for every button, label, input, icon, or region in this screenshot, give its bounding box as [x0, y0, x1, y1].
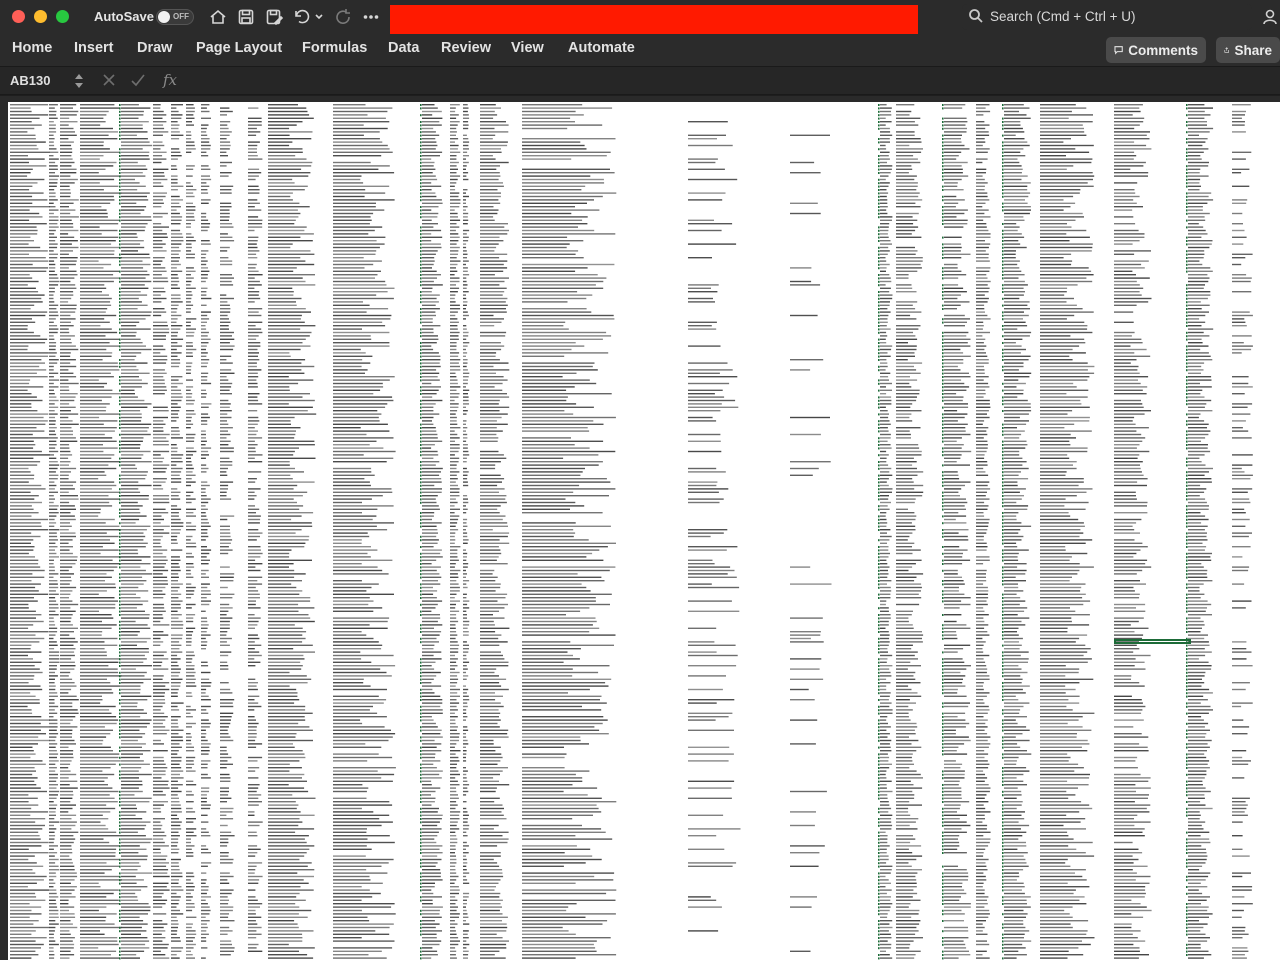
account-icon[interactable]: [1262, 8, 1280, 26]
spreadsheet-grid[interactable]: [0, 96, 1280, 960]
home-icon[interactable]: [208, 7, 228, 27]
window-minimize-button[interactable]: [34, 10, 47, 23]
search-placeholder: Search (Cmd + Ctrl + U): [990, 9, 1136, 24]
comments-button[interactable]: Comments: [1106, 37, 1206, 63]
search-icon: [968, 8, 986, 26]
name-box-dropdown-icon[interactable]: [74, 72, 84, 90]
comments-button-label: Comments: [1128, 42, 1198, 58]
name-box[interactable]: AB130: [0, 67, 92, 95]
tab-page-layout[interactable]: Page Layout: [196, 40, 282, 56]
formula-input[interactable]: [190, 70, 1270, 92]
redacted-document-title: [390, 5, 918, 35]
autosave-state-label: OFF: [173, 12, 189, 21]
name-box-value: AB130: [10, 73, 51, 88]
formula-bar: AB130 fx: [0, 66, 1280, 95]
title-bar: AutoSave OFF Search (Cmd + Ctrl + U): [0, 0, 1280, 35]
tab-home[interactable]: Home: [12, 40, 52, 56]
comment-icon: [1114, 46, 1123, 55]
row-headers[interactable]: [0, 102, 8, 960]
tab-data[interactable]: Data: [388, 40, 419, 56]
selected-cell-ab130[interactable]: [1114, 639, 1191, 644]
save-icon[interactable]: [236, 7, 256, 27]
share-button-label: Share: [1234, 42, 1272, 58]
tab-automate[interactable]: Automate: [568, 40, 635, 56]
tab-review[interactable]: Review: [441, 40, 491, 56]
window-zoom-button[interactable]: [56, 10, 69, 23]
confirm-entry-icon[interactable]: [130, 72, 148, 90]
cancel-entry-icon[interactable]: [101, 72, 119, 90]
tab-draw[interactable]: Draw: [137, 40, 172, 56]
tab-insert[interactable]: Insert: [74, 40, 114, 56]
tab-formulas[interactable]: Formulas: [302, 40, 367, 56]
insert-function-icon[interactable]: fx: [163, 71, 177, 89]
more-options-icon[interactable]: [361, 7, 381, 27]
autosave-toggle[interactable]: OFF: [156, 9, 194, 25]
cell-area[interactable]: [8, 102, 1280, 960]
autosave-label: AutoSave: [94, 9, 154, 24]
share-button[interactable]: Share: [1216, 37, 1280, 63]
autosave-toggle-knob: [158, 11, 170, 23]
search-box[interactable]: Search (Cmd + Ctrl + U): [962, 4, 1252, 30]
undo-dropdown-chevron-icon[interactable]: [313, 7, 325, 27]
ribbon-tabs-bar: Home Insert Draw Page Layout Formulas Da…: [0, 34, 1280, 66]
redo-icon[interactable]: [333, 7, 353, 27]
tab-view[interactable]: View: [511, 40, 544, 56]
undo-icon[interactable]: [292, 7, 312, 27]
save-as-icon[interactable]: [264, 7, 284, 27]
window-close-button[interactable]: [12, 10, 25, 23]
share-icon: [1224, 47, 1229, 53]
